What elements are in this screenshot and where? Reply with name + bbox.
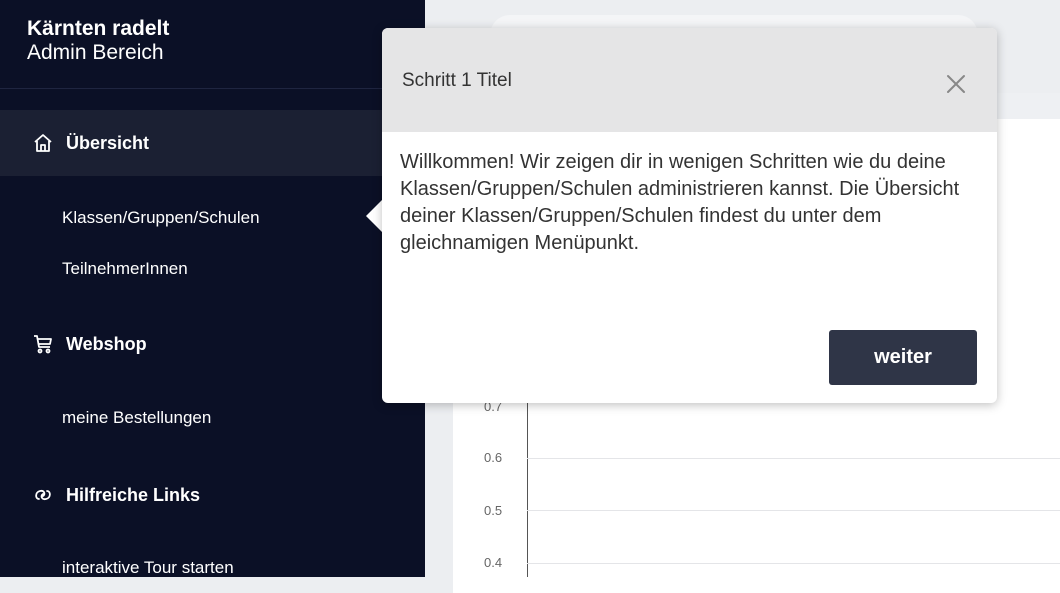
brand-title: Kärnten radelt [27, 17, 170, 40]
popover-body: Willkommen! Wir zeigen dir in wenigen Sc… [400, 151, 960, 254]
popover-arrow [366, 200, 382, 232]
sidebar-section-hilfreiche-links[interactable]: Hilfreiche Links [0, 462, 425, 528]
sidebar-item-bestellungen[interactable]: meine Bestellungen [62, 408, 211, 428]
tour-popover: Schritt 1 Titel Willkommen! Wir zeigen d… [382, 28, 997, 403]
chart-gridline [527, 510, 1060, 511]
sidebar: Kärnten radelt Admin Bereich Übersicht K… [0, 0, 425, 577]
brand: Kärnten radelt Admin Bereich [27, 18, 169, 65]
sidebar-item-klassen[interactable]: Klassen/Gruppen/Schulen [62, 208, 260, 228]
link-icon [32, 484, 54, 506]
sidebar-section-label: Webshop [66, 333, 147, 354]
sidebar-section-uebersicht[interactable]: Übersicht [0, 110, 425, 176]
chart-gridline [527, 563, 1060, 564]
sidebar-item-tour[interactable]: interaktive Tour starten [62, 558, 234, 578]
cart-icon [32, 333, 54, 355]
close-icon[interactable] [944, 72, 968, 96]
chart-gridline [527, 458, 1060, 459]
popover-header: Schritt 1 Titel [382, 28, 997, 132]
chart-tick-label: 0.6 [484, 450, 503, 465]
divider [0, 88, 425, 89]
sidebar-section-label: Hilfreiche Links [66, 484, 201, 505]
home-icon [32, 132, 54, 154]
next-button[interactable]: weiter [829, 330, 977, 385]
chart-tick-label: 0.5 [484, 503, 503, 518]
sidebar-item-teilnehmer[interactable]: TeilnehmerInnen [62, 259, 188, 279]
sidebar-section-webshop[interactable]: Webshop [0, 311, 425, 377]
brand-subtitle: Admin Bereich [27, 41, 164, 64]
sidebar-section-label: Übersicht [66, 132, 150, 153]
chart-tick-label: 0.4 [484, 555, 503, 570]
chart-y-axis [527, 400, 528, 577]
popover-title: Schritt 1 Titel [402, 70, 512, 91]
